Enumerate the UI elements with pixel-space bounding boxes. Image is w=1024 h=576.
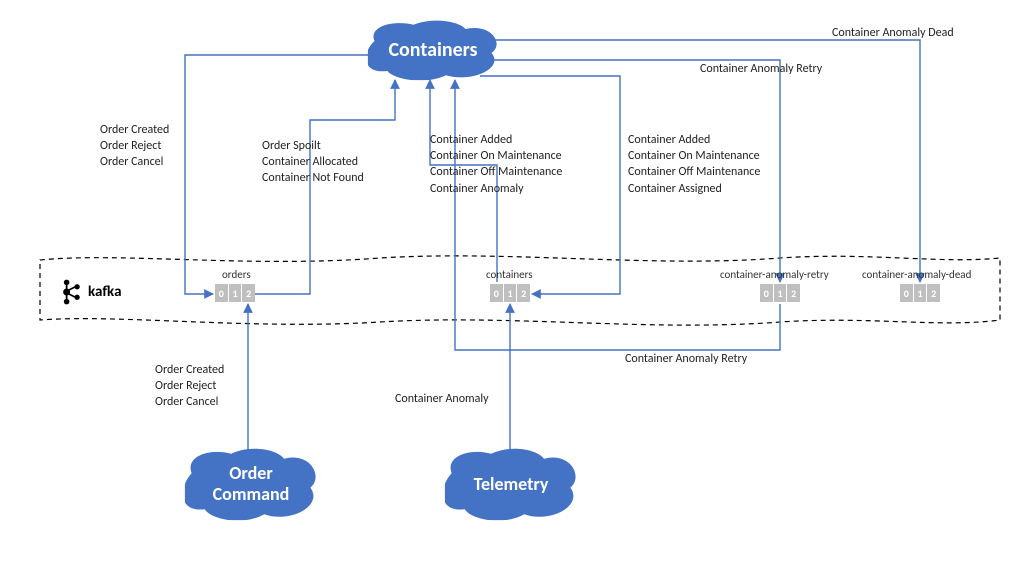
- label-container-anomaly: Container Anomaly: [395, 392, 489, 406]
- topic-orders-label: orders: [222, 268, 251, 281]
- node-telemetry-label: Telemetry: [474, 474, 549, 495]
- kafka-label: kafka: [60, 278, 122, 306]
- label-anomaly-retry-bottom: Container Anomaly Retry: [625, 352, 747, 366]
- topic-dead-partitions: 0 1 2: [900, 284, 940, 302]
- events-containers-out: Container Added Container On Maintenance…: [628, 132, 760, 197]
- node-telemetry: Telemetry: [445, 448, 577, 520]
- node-containers-label: Containers: [388, 38, 477, 62]
- topic-retry-label: container-anomaly-retry: [720, 268, 829, 281]
- kafka-icon: [60, 278, 82, 306]
- node-containers: Containers: [368, 20, 498, 80]
- topic-dead-label: container-anomaly-dead: [862, 268, 971, 281]
- topic-orders-partitions: 0 1 2: [215, 284, 255, 302]
- label-anomaly-retry-top: Container Anomaly Retry: [700, 62, 822, 76]
- topic-containers-label: containers: [486, 268, 533, 281]
- topic-retry-partitions: 0 1 2: [760, 284, 800, 302]
- events-orders-out: Order Spoilt Container Allocated Contain…: [262, 138, 364, 187]
- node-order-command: Order Command: [185, 448, 317, 520]
- topic-containers-partitions: 0 1 2: [490, 284, 530, 302]
- events-orders-in-top: Order Created Order Reject Order Cancel: [100, 122, 169, 171]
- events-orders-in-bottom: Order Created Order Reject Order Cancel: [155, 362, 224, 411]
- events-containers-in: Container Added Container On Maintenance…: [430, 132, 562, 197]
- node-order-command-label: Order Command: [213, 463, 290, 504]
- label-anomaly-dead-top: Container Anomaly Dead: [832, 26, 954, 40]
